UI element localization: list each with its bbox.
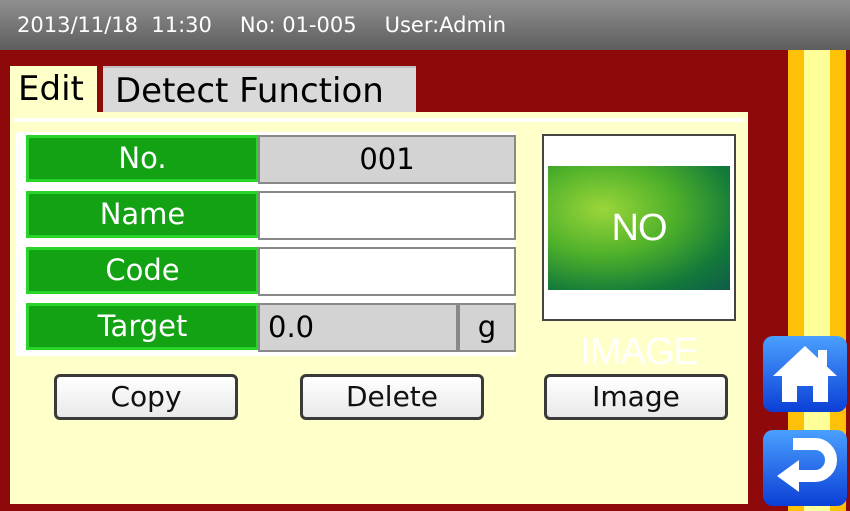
no-label: No.: [26, 135, 259, 182]
return-arrow-icon: [777, 438, 837, 492]
target-field[interactable]: 0.0: [258, 303, 458, 352]
home-button[interactable]: [763, 336, 847, 412]
delete-button[interactable]: Delete: [300, 374, 484, 420]
tab-edit[interactable]: Edit: [10, 66, 97, 112]
no-field: 001: [258, 135, 516, 184]
back-button[interactable]: [763, 430, 847, 506]
home-icon: [773, 346, 837, 402]
code-field[interactable]: [258, 247, 516, 296]
target-unit: g: [458, 303, 516, 352]
status-number: No: 01-005: [239, 13, 357, 37]
copy-button[interactable]: Copy: [54, 374, 238, 420]
tab-detect-function[interactable]: Detect Function: [103, 66, 416, 112]
image-button[interactable]: Image: [544, 374, 728, 420]
target-label: Target: [26, 303, 259, 350]
name-field[interactable]: [258, 191, 516, 240]
code-label: Code: [26, 247, 259, 294]
status-datetime: 2013/11/18 11:30: [17, 13, 212, 37]
status-user: User:Admin: [384, 13, 507, 37]
status-bar: 2013/11/18 11:30 No: 01-005 User:Admin: [0, 0, 850, 50]
name-label: Name: [26, 191, 259, 238]
no-image-placeholder: NO IMAGE: [548, 166, 730, 373]
edit-panel: No. Name Code Target 001 0.0 g NO IMAGE …: [10, 112, 748, 504]
image-preview: NO IMAGE: [542, 134, 736, 373]
panel-divider: [14, 118, 744, 122]
